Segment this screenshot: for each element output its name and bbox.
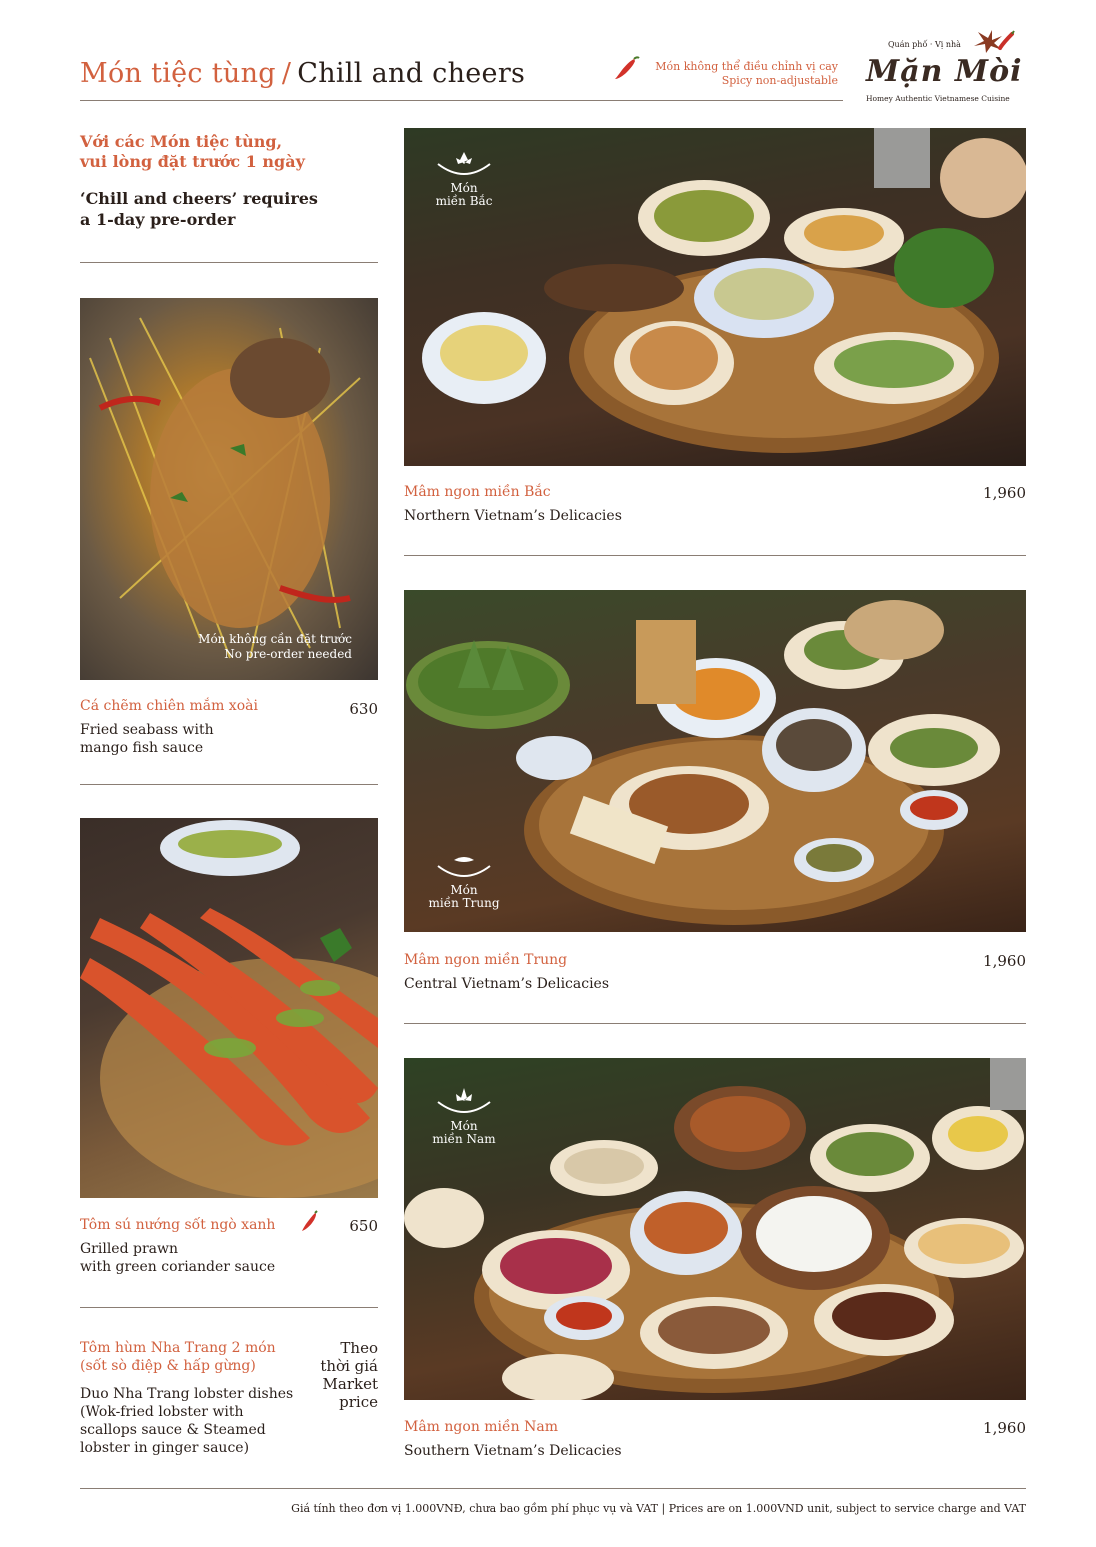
dish-price: 630 — [349, 700, 378, 718]
dish-name-en-line: lobster in ginger sauce) — [80, 1440, 250, 1456]
preorder-en-line-1: ‘Chill and cheers’ requires — [80, 189, 318, 208]
dish-name-en-line: (Wok-fried lobster with — [80, 1404, 244, 1420]
dish-name-vi: Tôm sú nướng sốt ngò xanh — [80, 1217, 275, 1233]
page-title-vi: Món tiệc tùng — [80, 58, 276, 89]
logo: Quán phố · Vị nhà Mặn Mòi Homey Authenti… — [862, 30, 1032, 106]
dish-name-en-line: Fried seabass with — [80, 722, 214, 738]
divider — [80, 1307, 378, 1308]
divider — [80, 784, 378, 785]
dish-price: 1,960 — [983, 484, 1026, 502]
page-title: Món tiệc tùng / Chill and cheers — [80, 58, 525, 89]
dish-name-vi: Cá chẽm chiên mắm xoài — [80, 698, 258, 714]
chili-icon — [300, 1210, 320, 1234]
page-title-en: Chill and cheers — [297, 58, 526, 89]
region-badge: Món miền Nam — [426, 1088, 502, 1146]
preorder-note-vi: Với các Món tiệc tùng, vui lòng đặt trướ… — [80, 132, 305, 172]
preorder-vi-line-1: Với các Món tiệc tùng, — [80, 132, 283, 151]
dish-price-line: price — [339, 1393, 378, 1411]
dish-name-en-line: Grilled prawn — [80, 1241, 179, 1257]
dish-name-en: Northern Vietnam’s Delicacies — [404, 508, 622, 524]
dish-name-en: Southern Vietnam’s Delicacies — [404, 1443, 622, 1459]
footer-rule — [80, 1488, 1026, 1489]
dish-name-en-line: Duo Nha Trang lobster dishes — [80, 1386, 294, 1402]
page-title-separator: / — [281, 58, 292, 89]
dish-name-en: Grilled prawn with green coriander sauce — [80, 1240, 275, 1276]
region-badge-line: miền Nam — [432, 1132, 496, 1146]
dish-name-en-line: with green coriander sauce — [80, 1259, 276, 1275]
spicy-note: Món không thể điều chỉnh vị cay Spicy no… — [655, 60, 838, 88]
photo-note-en: No pre-order needed — [224, 647, 352, 661]
star-anise-icon — [974, 30, 1015, 53]
region-badge: Món miền Trung — [424, 852, 504, 910]
region-badge-line: miền Trung — [428, 896, 500, 910]
dish-name-vi: Tôm hùm Nha Trang 2 món (sốt sò điệp & h… — [80, 1339, 276, 1375]
central-platter-photo: Món miền Trung — [404, 590, 1026, 932]
divider — [404, 1023, 1026, 1024]
dish-price-line: Theo — [340, 1339, 378, 1357]
footer-note: Giá tính theo đơn vị 1.000VNĐ, chưa bao … — [291, 1502, 1026, 1515]
spicy-note-vi: Món không thể điều chỉnh vị cay — [655, 60, 838, 73]
bowl-icon — [437, 857, 491, 877]
photo-note-vi: Món không cần đặt trước — [198, 632, 352, 646]
dish-name-en-line: scallops sauce & Steamed — [80, 1422, 266, 1438]
bowl-icon — [437, 152, 491, 175]
divider — [80, 262, 378, 263]
dish-name-vi-line: Tôm hùm Nha Trang 2 món — [80, 1340, 276, 1356]
dish-name-vi: Mâm ngon miền Bắc — [404, 484, 551, 500]
seabass-photo: Món không cần đặt trước No pre-order nee… — [80, 298, 378, 680]
dish-name-en: Central Vietnam’s Delicacies — [404, 976, 610, 992]
bowl-icon — [437, 1088, 491, 1113]
region-badge-line: miền Bắc — [435, 194, 493, 208]
southern-platter-photo: Món miền Nam — [404, 1058, 1026, 1400]
dish-price: 650 — [349, 1217, 378, 1235]
logo-small-top: Quán phố · Vị nhà — [888, 40, 961, 49]
chili-icon — [612, 55, 642, 83]
dish-price-line: thời giá — [320, 1357, 378, 1375]
photo-note: Món không cần đặt trước No pre-order nee… — [198, 632, 352, 662]
dish-name-vi-text: Tôm sú nướng sốt ngò xanh — [80, 1217, 276, 1233]
prawn-photo — [80, 818, 378, 1198]
dish-name-vi: Mâm ngon miền Nam — [404, 1419, 558, 1435]
logo-brand: Mặn Mòi — [866, 54, 1023, 89]
region-badge: Món miền Bắc — [428, 150, 500, 208]
dish-price: Theo thời giá Market price — [310, 1339, 378, 1411]
dish-name-vi-line: (sốt sò điệp & hấp gừng) — [80, 1358, 256, 1374]
dish-name-en-line: mango fish sauce — [80, 740, 204, 756]
divider — [404, 555, 1026, 556]
preorder-en-line-2: a 1-day pre-order — [80, 210, 236, 229]
logo-tagline: Homey Authentic Vietnamese Cuisine — [866, 94, 1010, 103]
dish-name-vi: Mâm ngon miền Trung — [404, 952, 568, 968]
dish-price-line: Market — [322, 1375, 378, 1393]
preorder-vi-line-2: vui lòng đặt trước 1 ngày — [80, 152, 305, 171]
preorder-note-en: ‘Chill and cheers’ requires a 1-day pre-… — [80, 188, 318, 230]
dish-name-en: Fried seabass with mango fish sauce — [80, 721, 214, 757]
dish-price: 1,960 — [983, 952, 1026, 970]
header-rule — [80, 100, 843, 101]
dish-name-en: Duo Nha Trang lobster dishes (Wok-fried … — [80, 1385, 293, 1457]
spicy-note-en: Spicy non-adjustable — [721, 74, 838, 87]
dish-price: 1,960 — [983, 1419, 1026, 1437]
northern-platter-photo: Món miền Bắc — [404, 128, 1026, 466]
